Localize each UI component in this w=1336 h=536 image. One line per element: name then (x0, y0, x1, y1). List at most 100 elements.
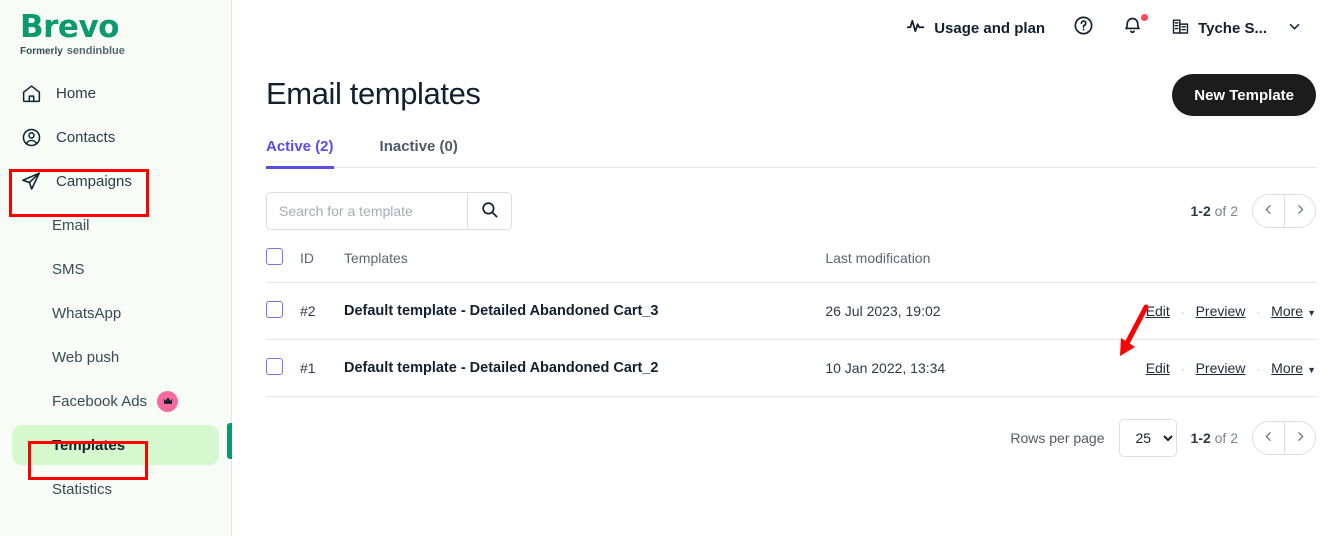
table-row[interactable]: #1 Default template - Detailed Abandoned… (266, 339, 1316, 397)
building-icon (1171, 17, 1190, 40)
pagination-prev-button[interactable] (1253, 422, 1284, 454)
sidebar-item-email[interactable]: Email (0, 203, 231, 247)
notifications-button[interactable] (1108, 14, 1157, 41)
chevron-left-icon (1262, 430, 1275, 446)
pagination-bottom: 1-2 of 2 (1191, 421, 1316, 455)
preview-link[interactable]: Preview (1196, 303, 1246, 319)
tab-active[interactable]: Active (2) (266, 138, 362, 169)
sidebar-item-label: Facebook Ads (52, 392, 148, 410)
caret-down-icon[interactable]: ▼ (1307, 308, 1316, 318)
pagination-count: 1-2 of 2 (1191, 430, 1238, 446)
sidebar-item-web-push[interactable]: Web push (0, 335, 231, 379)
sidebar-item-campaigns[interactable]: Campaigns (0, 159, 231, 203)
sidebar-item-whatsapp[interactable]: WhatsApp (0, 291, 231, 335)
contacts-icon (20, 126, 42, 148)
tab-bar: Active (2) Inactive (0) (266, 138, 1316, 169)
pagination-total: of 2 (1214, 203, 1238, 219)
row-checkbox[interactable] (266, 358, 283, 375)
sidebar-item-label: Web push (52, 348, 120, 366)
pagination-range: 1-2 (1190, 430, 1211, 446)
top-bar: Usage and plan Tyche S... (232, 0, 1336, 56)
table-head: ID Templates Last modification (266, 248, 1316, 283)
column-header-id: ID (300, 248, 344, 283)
column-header-last-modification: Last modification (825, 248, 1056, 283)
pagination-buttons (1252, 194, 1316, 228)
home-icon (20, 82, 42, 104)
rows-per-page-label: Rows per page (1010, 430, 1105, 446)
row-last-modification: 10 Jan 2022, 13:34 (825, 339, 1056, 397)
row-template-name: Default template - Detailed Abandoned Ca… (344, 339, 826, 397)
sidebar-item-sms[interactable]: SMS (0, 247, 231, 291)
chevron-right-icon (1294, 203, 1307, 219)
notification-dot-badge (1141, 14, 1149, 21)
sidebar-item-home[interactable]: Home (0, 71, 231, 115)
sidebar-item-label: SMS (52, 260, 85, 278)
row-checkbox[interactable] (266, 301, 283, 318)
sidebar: Brevo Formerly sendinblue Home Contacts … (0, 0, 232, 536)
table-body: #2 Default template - Detailed Abandoned… (266, 282, 1316, 397)
preview-link[interactable]: Preview (1196, 360, 1246, 376)
rows-per-page-select[interactable]: 25 (1118, 419, 1177, 457)
sidebar-item-label: Statistics (52, 480, 113, 498)
pagination-count: 1-2 of 2 (1191, 203, 1238, 219)
brand-formerly-name: sendinblue (66, 45, 125, 57)
action-separator: · (1256, 362, 1261, 376)
sidebar-item-facebook-ads[interactable]: Facebook Ads (0, 379, 231, 423)
pagination-top: 1-2 of 2 (1191, 194, 1316, 228)
sidebar-item-label: Email (52, 216, 90, 234)
edit-link[interactable]: Edit (1146, 303, 1170, 319)
search-input[interactable] (267, 193, 467, 229)
sidebar-item-label: Campaigns (56, 172, 132, 190)
sidebar-item-label: Home (56, 84, 97, 102)
pagination-next-button[interactable] (1284, 422, 1315, 454)
sidebar-nav: Home Contacts Campaigns Email SMS WhatsA… (0, 71, 232, 511)
edit-link[interactable]: Edit (1146, 360, 1170, 376)
pagination-prev-button[interactable] (1253, 195, 1284, 227)
sidebar-item-label: Contacts (56, 128, 116, 146)
brand-formerly-prefix: Formerly (20, 46, 63, 57)
row-id: #2 (300, 282, 344, 340)
chevron-left-icon (1262, 203, 1275, 219)
row-actions: Edit · Preview · More ▼ (1055, 282, 1316, 340)
usage-and-plan-button[interactable]: Usage and plan (892, 16, 1059, 40)
sidebar-item-statistics[interactable]: Statistics (0, 467, 231, 511)
row-id: #1 (300, 339, 344, 397)
sidebar-item-label: WhatsApp (52, 304, 122, 322)
help-button[interactable] (1059, 15, 1108, 41)
usage-and-plan-label: Usage and plan (934, 19, 1046, 37)
brand-tagline: Formerly sendinblue (20, 45, 231, 57)
account-label: Tyche S... (1198, 19, 1267, 37)
main-area: Usage and plan Tyche S... Email template… (232, 0, 1336, 536)
crown-icon (157, 390, 179, 412)
chevron-down-icon (1287, 19, 1302, 38)
brand-logo[interactable]: Brevo Formerly sendinblue (0, 0, 231, 57)
caret-down-icon[interactable]: ▼ (1307, 365, 1316, 375)
search-button[interactable] (467, 193, 511, 229)
row-last-modification: 26 Jul 2023, 19:02 (825, 282, 1056, 340)
select-all-checkbox[interactable] (266, 248, 283, 265)
action-separator: · (1180, 362, 1185, 376)
search-box (266, 192, 512, 230)
pagination-total: of 2 (1214, 430, 1238, 446)
app-root: Brevo Formerly sendinblue Home Contacts … (0, 0, 1336, 536)
search-icon (480, 200, 499, 222)
sidebar-item-templates[interactable]: Templates (0, 423, 232, 467)
sidebar-item-contacts[interactable]: Contacts (0, 115, 231, 159)
account-menu-button[interactable]: Tyche S... (1157, 17, 1316, 40)
row-actions: Edit · Preview · More ▼ (1055, 339, 1316, 397)
page-content: Email templates New Template Active (2) … (232, 56, 1336, 457)
pagination-buttons (1252, 421, 1316, 455)
more-link[interactable]: More (1271, 360, 1303, 376)
row-select-cell (266, 339, 300, 397)
new-template-button[interactable]: New Template (1172, 74, 1316, 116)
table-footer: Rows per page 25 1-2 of 2 (266, 419, 1316, 457)
table-row[interactable]: #2 Default template - Detailed Abandoned… (266, 282, 1316, 340)
help-circle-icon (1073, 15, 1094, 41)
campaigns-paper-plane-icon (20, 170, 42, 192)
pagination-next-button[interactable] (1284, 195, 1315, 227)
sidebar-item-label: Templates (52, 436, 126, 454)
more-link[interactable]: More (1271, 303, 1303, 319)
brand-name: Brevo (20, 9, 119, 45)
tab-inactive[interactable]: Inactive (0) (362, 138, 476, 168)
page-title: Email templates (266, 76, 481, 111)
